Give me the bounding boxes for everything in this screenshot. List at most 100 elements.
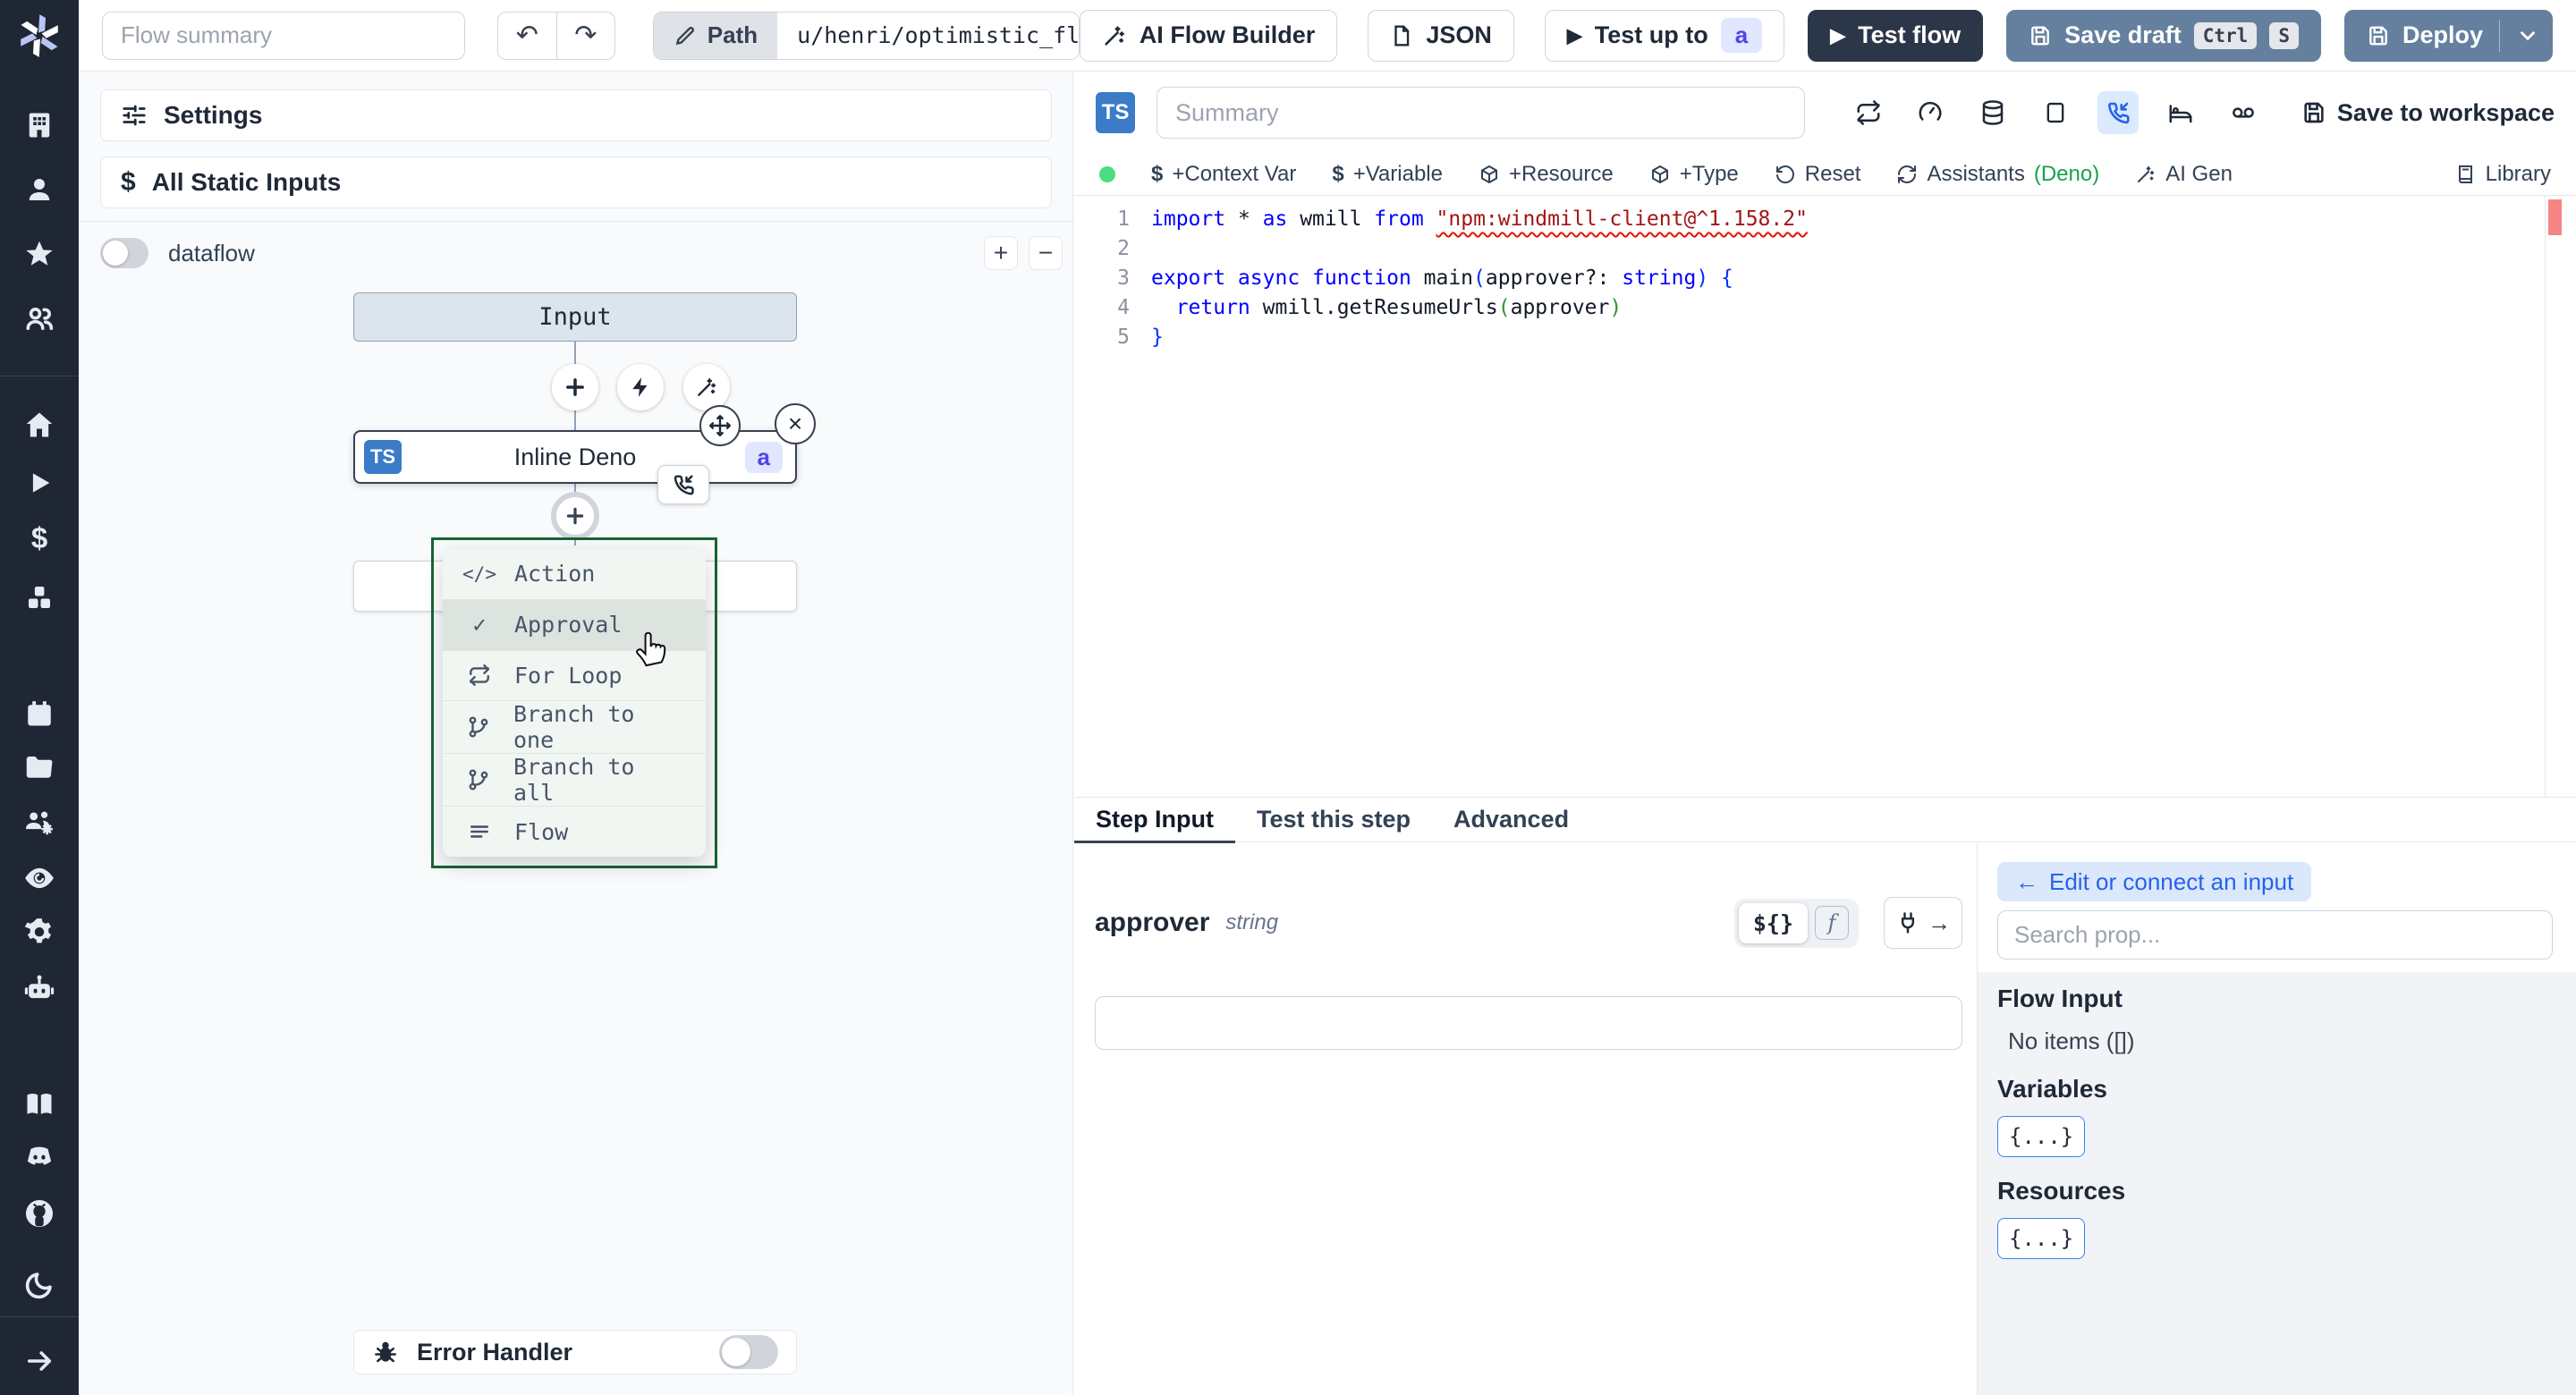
timeout-gauge-icon[interactable] [1911,91,1952,134]
all-static-inputs-row[interactable]: $ All Static Inputs [100,156,1052,208]
runs-play-icon[interactable] [21,465,57,501]
tab-step-input[interactable]: Step Input [1074,798,1235,844]
edit-or-connect-button[interactable]: ← Edit or connect an input [1997,862,2312,901]
menu-item-label: Approval [514,612,623,638]
library-button[interactable]: Library [2455,162,2551,187]
summary-input[interactable] [1156,87,1805,139]
retries-icon[interactable] [1848,91,1889,134]
prop-picker-section: Flow Input No items ([]) Variables {...}… [1978,972,2576,1395]
suspend-approval-icon[interactable] [2097,91,2140,134]
home-icon[interactable] [21,407,57,443]
test-flow-button[interactable]: ▶ Test flow [1808,9,1984,62]
workspace-icon[interactable] [21,107,57,143]
groups-admin-icon[interactable] [21,805,57,841]
tape-recorder-icon[interactable] [2223,91,2264,134]
save-to-workspace-button[interactable]: Save to workspace [2301,99,2555,127]
field-type: string [1225,910,1279,934]
menu-item-flow[interactable]: Flow [443,807,706,857]
input-node-label: Input [538,303,612,331]
mock-icon[interactable] [2035,91,2076,134]
connect-input-button[interactable]: → [1884,897,1962,949]
save-icon [2304,102,2324,123]
sliders-icon [123,105,146,126]
flow-summary-input[interactable] [102,11,465,60]
ai-insert-button[interactable] [683,364,730,410]
input-node[interactable]: Input [353,292,797,342]
reset-button[interactable]: Reset [1775,162,1861,187]
add-resource-button[interactable]: +Resource [1479,162,1614,187]
reset-label: Reset [1804,162,1861,186]
undo-button[interactable]: ↶ [496,11,556,60]
assistants-lang-label: (Deno) [2033,162,2100,186]
sleep-bed-icon[interactable] [2160,91,2201,134]
ai-flow-builder-button[interactable]: AI Flow Builder [1079,9,1338,62]
star-icon[interactable] [21,236,57,272]
audit-eye-icon[interactable] [21,860,57,896]
flow-input-title: Flow Input [1997,985,2123,1012]
expression-mode-button[interactable]: ${} [1738,902,1808,943]
path-value[interactable]: u/henri/optimistic_flow [777,12,1079,59]
assistants-button[interactable]: Assistants (Deno) [1896,162,2099,187]
chevron-down-icon[interactable] [2516,24,2539,47]
add-context-var-button[interactable]: $ +Context Var [1151,162,1296,187]
variables-object-chip[interactable]: {...} [1997,1116,2086,1157]
deploy-label: Deploy [2402,21,2483,48]
dataflow-toggle[interactable] [100,238,148,268]
trigger-button[interactable] [617,364,664,410]
move-icon [708,414,732,437]
workers-robot-icon[interactable] [21,970,57,1006]
settings-row[interactable]: Settings [100,89,1052,141]
collapse-arrow-icon[interactable] [21,1343,57,1379]
cache-database-icon[interactable] [1972,91,2013,134]
all-static-inputs-label: All Static Inputs [151,168,342,196]
folders-icon[interactable] [21,749,57,785]
github-icon[interactable] [21,1196,57,1231]
variables-dollar-icon[interactable]: $ [21,521,57,557]
tab-test-this-step[interactable]: Test this step [1235,798,1432,842]
suspend-phone-badge[interactable] [657,465,709,504]
error-handler-toggle[interactable] [719,1335,778,1369]
dark-mode-moon-icon[interactable] [21,1267,57,1303]
menu-item-branch-to-all[interactable]: Branch to all [443,754,706,807]
resources-object-chip[interactable]: {...} [1997,1218,2086,1259]
tab-advanced[interactable]: Advanced [1432,798,1590,842]
delete-node-button[interactable]: × [775,403,816,444]
resources-boxes-icon[interactable] [21,579,57,615]
test-up-to-label: Test up to [1594,21,1708,48]
save-draft-button[interactable]: Save draft Ctrl S [2006,9,2321,62]
save-icon [2031,26,2050,45]
json-button[interactable]: JSON [1368,9,1514,62]
check-icon: ✓ [472,612,487,638]
path-edit-button[interactable]: Path [653,12,778,59]
dataflow-label: dataflow [168,239,255,266]
deploy-button[interactable]: Deploy [2343,9,2553,62]
error-overview-mark [2548,199,2562,235]
redo-button[interactable]: ↷ [555,11,615,60]
ai-gen-button[interactable]: AI Gen [2135,162,2233,187]
code-editor[interactable]: 12345 import * as wmill from "npm:windmi… [1074,196,2576,797]
add-variable-button[interactable]: $ +Variable [1332,162,1443,187]
search-prop-input[interactable] [1997,910,2553,960]
schedules-calendar-icon[interactable] [21,696,57,731]
menu-item-label: Action [514,561,596,588]
add-type-button[interactable]: +Type [1649,162,1739,187]
menu-item-branch-to-one[interactable]: Branch to one [443,701,706,755]
zoom-out-button[interactable]: − [1029,236,1063,270]
settings-gear-icon[interactable] [21,915,57,951]
docs-book-icon[interactable] [21,1086,57,1122]
editor-scrollbar[interactable] [2545,196,2546,797]
discord-icon[interactable] [21,1140,57,1176]
zoom-in-button[interactable]: + [984,236,1018,270]
move-node-button[interactable] [699,405,741,446]
insert-step-button[interactable] [552,364,598,410]
user-icon[interactable] [21,172,57,207]
function-mode-button[interactable]: f [1815,906,1849,940]
menu-item-action[interactable]: </> Action [443,549,706,600]
add-step-below-button[interactable] [551,492,599,540]
windmill-logo[interactable] [0,0,79,72]
flow-panel: Settings $ All Static Inputs dataflow + … [79,72,1073,1395]
approver-value-input[interactable] [1095,996,1962,1050]
users-icon[interactable] [21,300,57,336]
path-label: Path [707,21,758,48]
test-up-to-button[interactable]: ▶ Test up to a [1544,9,1785,62]
